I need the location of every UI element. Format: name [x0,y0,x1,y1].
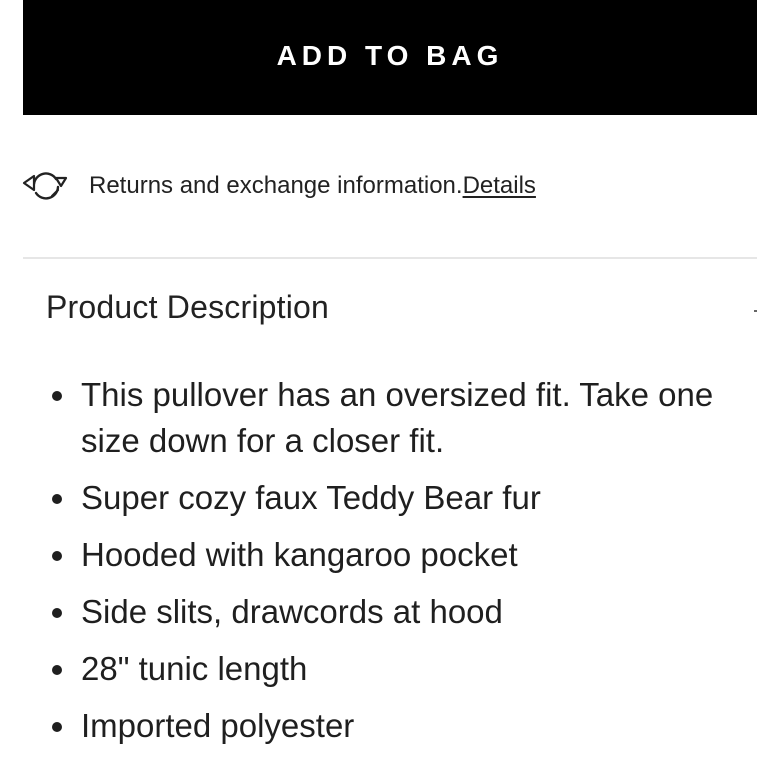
list-item: Imported polyester [50,703,740,749]
bullet-text: Side slits, drawcords at hood [81,593,503,630]
bullet-icon [52,722,62,732]
list-item: Super cozy faux Teddy Bear fur [50,475,740,521]
returns-info-row: Returns and exchange information.Details [22,166,536,206]
bullet-icon [52,665,62,675]
list-item: This pullover has an oversized fit. Take… [50,372,740,464]
bullet-text: Imported polyester [81,707,355,744]
product-description-list: This pullover has an oversized fit. Take… [50,372,740,760]
bullet-icon [52,551,62,561]
list-item: Side slits, drawcords at hood [50,589,740,635]
product-description-heading[interactable]: Product Description [46,289,329,326]
bullet-icon [52,494,62,504]
section-divider [23,257,757,259]
bullet-text: Super cozy faux Teddy Bear fur [81,479,541,516]
bullet-icon [52,391,62,401]
returns-info-text: Returns and exchange information.Details [89,172,536,200]
list-item: Hooded with kangaroo pocket [50,532,740,578]
bullet-text: This pullover has an oversized fit. Take… [81,376,714,459]
bullet-text: Hooded with kangaroo pocket [81,536,518,573]
returns-exchange-icon [22,166,72,206]
returns-details-link[interactable]: Details [463,172,536,199]
bullet-text: 28" tunic length [81,650,308,687]
list-item: 28" tunic length [50,646,740,692]
bullet-icon [52,608,62,618]
add-to-bag-button[interactable]: ADD TO BAG [23,0,757,115]
returns-info-label: Returns and exchange information. [89,172,463,199]
